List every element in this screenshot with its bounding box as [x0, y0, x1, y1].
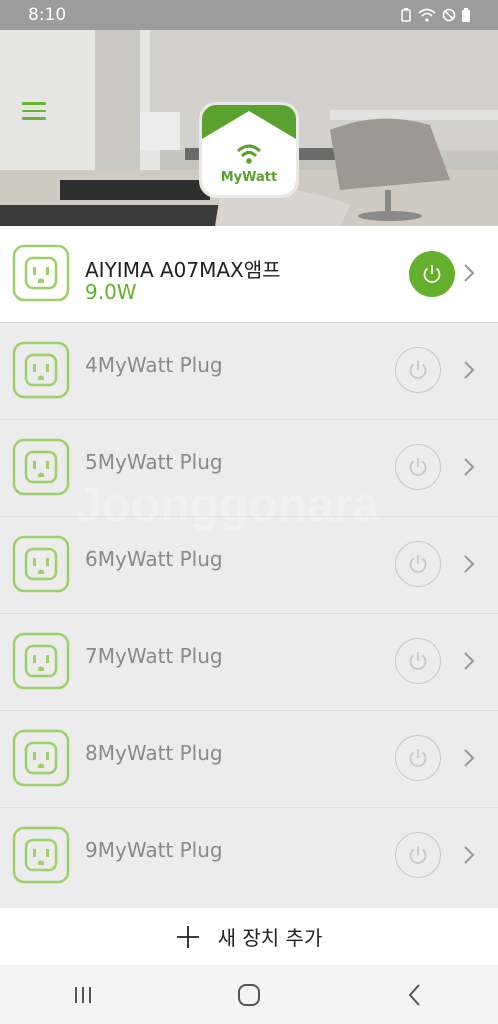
plug-icon: [12, 535, 70, 593]
chevron-right-icon[interactable]: [462, 553, 476, 575]
power-toggle-button[interactable]: [395, 638, 441, 684]
plug-icon: [12, 341, 70, 399]
device-row[interactable]: 5MyWatt Plug: [0, 420, 498, 517]
power-toggle-button[interactable]: [395, 832, 441, 878]
plug-icon: [12, 826, 70, 884]
power-toggle-button[interactable]: [395, 347, 441, 393]
status-time: 8:10: [28, 5, 67, 25]
power-icon: [409, 458, 427, 476]
power-toggle-button[interactable]: [395, 444, 441, 490]
battery-saver-icon: [401, 8, 411, 22]
system-nav-bar: [0, 965, 498, 1024]
device-power-reading: 9.0W: [85, 280, 137, 304]
menu-button[interactable]: [22, 102, 46, 122]
power-icon: [423, 265, 441, 283]
power-toggle-button[interactable]: [395, 735, 441, 781]
chevron-right-icon[interactable]: [462, 747, 476, 769]
chevron-right-icon[interactable]: [462, 844, 476, 866]
power-toggle-button[interactable]: [395, 541, 441, 587]
device-name: 6MyWatt Plug: [85, 547, 223, 571]
device-name: 8MyWatt Plug: [85, 741, 223, 765]
back-icon: [408, 983, 420, 1006]
device-row[interactable]: 4MyWatt Plug: [0, 323, 498, 420]
menu-line: [22, 102, 46, 105]
device-row[interactable]: 9MyWatt Plug: [0, 808, 498, 905]
power-icon: [409, 749, 427, 767]
device-row[interactable]: 6MyWatt Plug: [0, 517, 498, 614]
add-device-label: 새 장치 추가: [217, 926, 323, 950]
wifi-icon: [418, 8, 436, 22]
recent-apps-icon: [75, 986, 91, 1003]
power-icon: [409, 652, 427, 670]
power-icon: [409, 555, 427, 573]
device-row[interactable]: 8MyWatt Plug: [0, 711, 498, 808]
plus-icon: [176, 925, 199, 948]
device-name: 4MyWatt Plug: [85, 353, 223, 377]
app-logo: MyWatt: [202, 105, 296, 195]
plug-icon: [12, 632, 70, 690]
plug-icon: [12, 244, 70, 302]
power-toggle-button[interactable]: [409, 251, 455, 297]
logo-text: MyWatt: [221, 170, 278, 185]
power-icon: [409, 846, 427, 864]
status-bar: 8:10: [0, 0, 498, 30]
home-button[interactable]: [219, 975, 279, 1015]
do-not-disturb-icon: [442, 8, 456, 22]
device-row[interactable]: AIYIMA A07MAX앰프 9.0W: [0, 226, 498, 323]
device-name: AIYIMA A07MAX앰프: [85, 258, 281, 282]
recent-apps-button[interactable]: [53, 975, 113, 1015]
chevron-right-icon[interactable]: [462, 359, 476, 381]
plug-icon: [12, 438, 70, 496]
menu-line: [22, 109, 46, 112]
device-name: 9MyWatt Plug: [85, 838, 223, 862]
status-icons: [400, 8, 470, 22]
back-button[interactable]: [385, 975, 445, 1015]
chevron-right-icon[interactable]: [462, 650, 476, 672]
device-row[interactable]: 7MyWatt Plug: [0, 614, 498, 711]
home-icon: [238, 983, 260, 1006]
plug-icon: [12, 729, 70, 787]
menu-line: [22, 117, 46, 120]
chevron-right-icon[interactable]: [462, 262, 476, 284]
power-icon: [409, 361, 427, 379]
battery-icon: [462, 8, 470, 22]
device-list: AIYIMA A07MAX앰프 9.0W 4MyWatt Plug 5MyWat…: [0, 226, 498, 905]
device-name: 5MyWatt Plug: [85, 450, 223, 474]
device-name: 7MyWatt Plug: [85, 644, 223, 668]
hero-banner: MyWatt: [0, 30, 498, 226]
chevron-right-icon[interactable]: [462, 456, 476, 478]
add-device-button[interactable]: 새 장치 추가: [0, 908, 498, 965]
